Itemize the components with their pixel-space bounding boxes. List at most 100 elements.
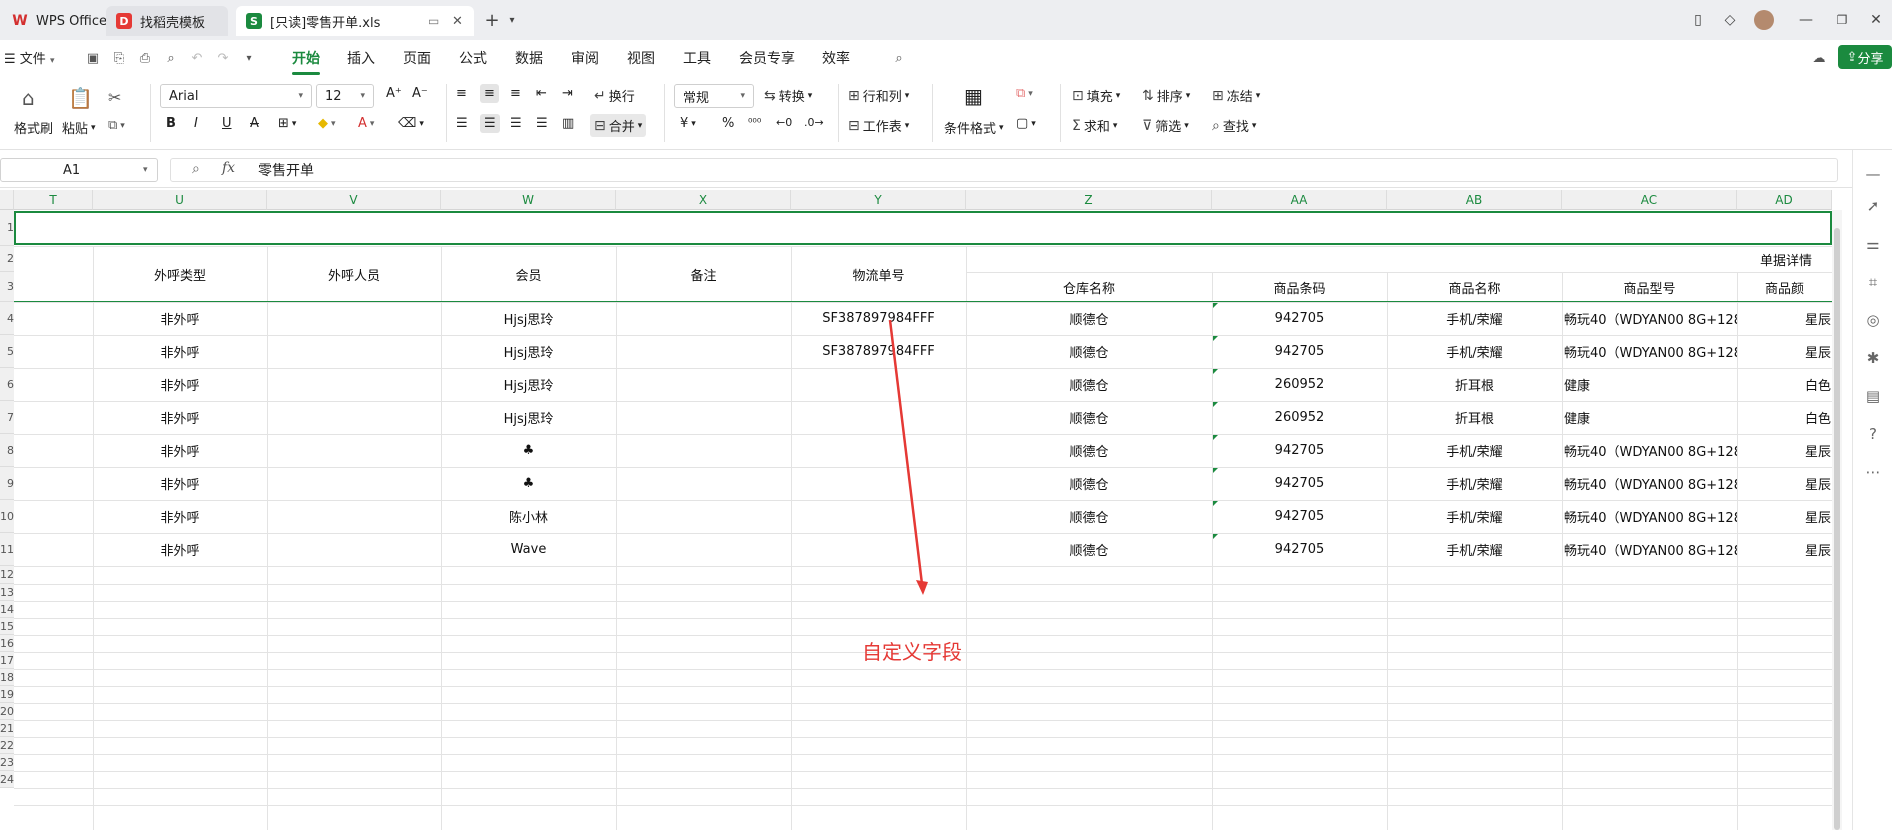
table-cell[interactable]: 非外呼: [93, 467, 267, 500]
table-cell[interactable]: 顺德仓: [966, 467, 1212, 500]
copy-icon[interactable]: ⧉ ▾: [108, 118, 125, 133]
underline-icon[interactable]: U: [222, 116, 232, 131]
menu-tools[interactable]: 工具: [683, 48, 711, 68]
thousands-icon[interactable]: ⁰⁰⁰: [748, 116, 761, 129]
merge-button[interactable]: ⊟ 合并 ▾: [590, 114, 647, 137]
italic-icon[interactable]: I: [194, 116, 198, 131]
table-cell[interactable]: 非外呼: [93, 401, 267, 434]
name-box[interactable]: A1 ▾: [0, 158, 158, 182]
fill-color-icon[interactable]: ◆ ▾: [318, 116, 336, 131]
formula-content[interactable]: 零售开单: [258, 160, 314, 180]
convert-button[interactable]: ⇆ 转换 ▾: [764, 86, 812, 106]
row-header[interactable]: 22: [0, 737, 14, 754]
increase-font-icon[interactable]: A⁺: [386, 86, 402, 101]
table-cell[interactable]: 星辰: [1737, 533, 1832, 566]
table-cell[interactable]: SF387897984FFF: [791, 302, 966, 335]
row-header[interactable]: 2: [0, 246, 14, 272]
row-header[interactable]: 6: [0, 368, 14, 401]
row-header[interactable]: 5: [0, 335, 14, 368]
format-painter-button[interactable]: 格式刷: [14, 118, 53, 137]
share-button[interactable]: ⇪ 分享: [1838, 45, 1892, 69]
row-header[interactable]: 15: [0, 618, 14, 635]
table-cell[interactable]: 畅玩40（WDYAN00 8G+128: [1562, 434, 1737, 467]
indent-decrease-icon[interactable]: ⇤: [536, 86, 547, 101]
active-cell-border[interactable]: [14, 211, 1832, 245]
chevron-down-icon[interactable]: ▾: [240, 49, 258, 67]
table-cell[interactable]: 手机/荣耀: [1387, 302, 1562, 335]
column-header[interactable]: Z: [966, 190, 1212, 210]
menu-efficiency[interactable]: 效率: [822, 48, 850, 68]
column-header[interactable]: AC: [1562, 190, 1737, 210]
fx-icon[interactable]: fx: [222, 160, 235, 176]
table-cell[interactable]: 陈小林: [441, 500, 616, 533]
table-cell[interactable]: 畅玩40（WDYAN00 8G+128: [1562, 533, 1737, 566]
table-cell[interactable]: 手机/荣耀: [1387, 533, 1562, 566]
table-cell[interactable]: [791, 467, 966, 500]
row-header[interactable]: 11: [0, 533, 14, 566]
zoom-icon[interactable]: ⌕: [192, 161, 200, 177]
row-header[interactable]: 14: [0, 601, 14, 618]
distributed-icon[interactable]: ▥: [562, 116, 574, 131]
cell-border-icon[interactable]: ▢ ▾: [1016, 116, 1036, 131]
more-icon[interactable]: ⋯: [1863, 462, 1883, 482]
row-header[interactable]: 7: [0, 401, 14, 434]
menu-file[interactable]: ☰ 文件 ▾: [4, 48, 54, 67]
collapse-icon[interactable]: —: [1863, 164, 1883, 184]
close-icon[interactable]: ✕: [452, 14, 463, 29]
paste-button[interactable]: 粘贴 ▾: [62, 118, 96, 137]
header-cell[interactable]: 外呼类型: [93, 246, 267, 302]
freeze-button[interactable]: ⊞ 冻结 ▾: [1212, 86, 1260, 106]
align-top-icon[interactable]: ≡: [456, 86, 467, 101]
undo-icon[interactable]: ↶: [188, 49, 206, 67]
conditional-format-button[interactable]: 条件格式 ▾: [944, 118, 1004, 137]
align-middle-icon[interactable]: ≡: [480, 84, 499, 103]
cursor-icon[interactable]: ➚: [1863, 196, 1883, 216]
row-header[interactable]: 1: [0, 210, 14, 246]
table-cell[interactable]: 手机/荣耀: [1387, 467, 1562, 500]
table-cell[interactable]: 星辰: [1737, 434, 1832, 467]
font-color-icon[interactable]: A ▾: [358, 116, 374, 131]
table-cell[interactable]: 手机/荣耀: [1387, 500, 1562, 533]
avatar[interactable]: [1754, 10, 1774, 30]
strikethrough-icon[interactable]: A: [250, 116, 259, 131]
row-header[interactable]: 17: [0, 652, 14, 669]
table-cell[interactable]: 942705: [1212, 467, 1387, 500]
table-cell[interactable]: [791, 434, 966, 467]
indent-increase-icon[interactable]: ⇥: [562, 86, 573, 101]
table-cell[interactable]: 顺德仓: [966, 533, 1212, 566]
column-header[interactable]: Y: [791, 190, 966, 210]
row-header[interactable]: 12: [0, 566, 14, 584]
column-header[interactable]: AB: [1387, 190, 1562, 210]
table-cell[interactable]: ♣: [441, 434, 616, 467]
table-cell[interactable]: 260952: [1212, 401, 1387, 434]
menu-member[interactable]: 会员专享: [739, 48, 795, 68]
menu-home[interactable]: 开始: [292, 48, 320, 68]
table-cell[interactable]: 健康: [1562, 401, 1737, 434]
row-col-button[interactable]: ⊞ 行和列 ▾: [848, 86, 909, 106]
table-cell[interactable]: 星辰: [1737, 335, 1832, 368]
tools-icon[interactable]: ✱: [1863, 348, 1883, 368]
book-icon[interactable]: ▤: [1863, 386, 1883, 406]
redo-icon[interactable]: ↷: [214, 49, 232, 67]
table-cell[interactable]: 942705: [1212, 500, 1387, 533]
menu-page[interactable]: 页面: [403, 48, 431, 68]
column-header[interactable]: W: [441, 190, 616, 210]
scissors-icon[interactable]: ✂: [108, 88, 121, 107]
table-cell[interactable]: 942705: [1212, 434, 1387, 467]
sum-button[interactable]: Σ 求和 ▾: [1072, 116, 1117, 136]
table-cell[interactable]: [791, 500, 966, 533]
subheader-cell[interactable]: 商品颜: [1737, 272, 1832, 302]
column-header[interactable]: T: [14, 190, 93, 210]
subheader-cell[interactable]: 商品名称: [1387, 272, 1562, 302]
column-header[interactable]: AD: [1737, 190, 1832, 210]
table-cell[interactable]: Hjsj思玲: [441, 368, 616, 401]
row-header[interactable]: 23: [0, 754, 14, 771]
menu-data[interactable]: 数据: [515, 48, 543, 68]
header-cell[interactable]: 物流单号: [791, 246, 966, 302]
row-header[interactable]: 20: [0, 703, 14, 720]
row-header[interactable]: 24: [0, 771, 14, 788]
search-icon[interactable]: ⌕: [890, 49, 908, 67]
group-header-cell[interactable]: 单据详情: [966, 246, 1832, 272]
table-cell[interactable]: SF387897984FFF: [791, 335, 966, 368]
column-header[interactable]: V: [267, 190, 441, 210]
